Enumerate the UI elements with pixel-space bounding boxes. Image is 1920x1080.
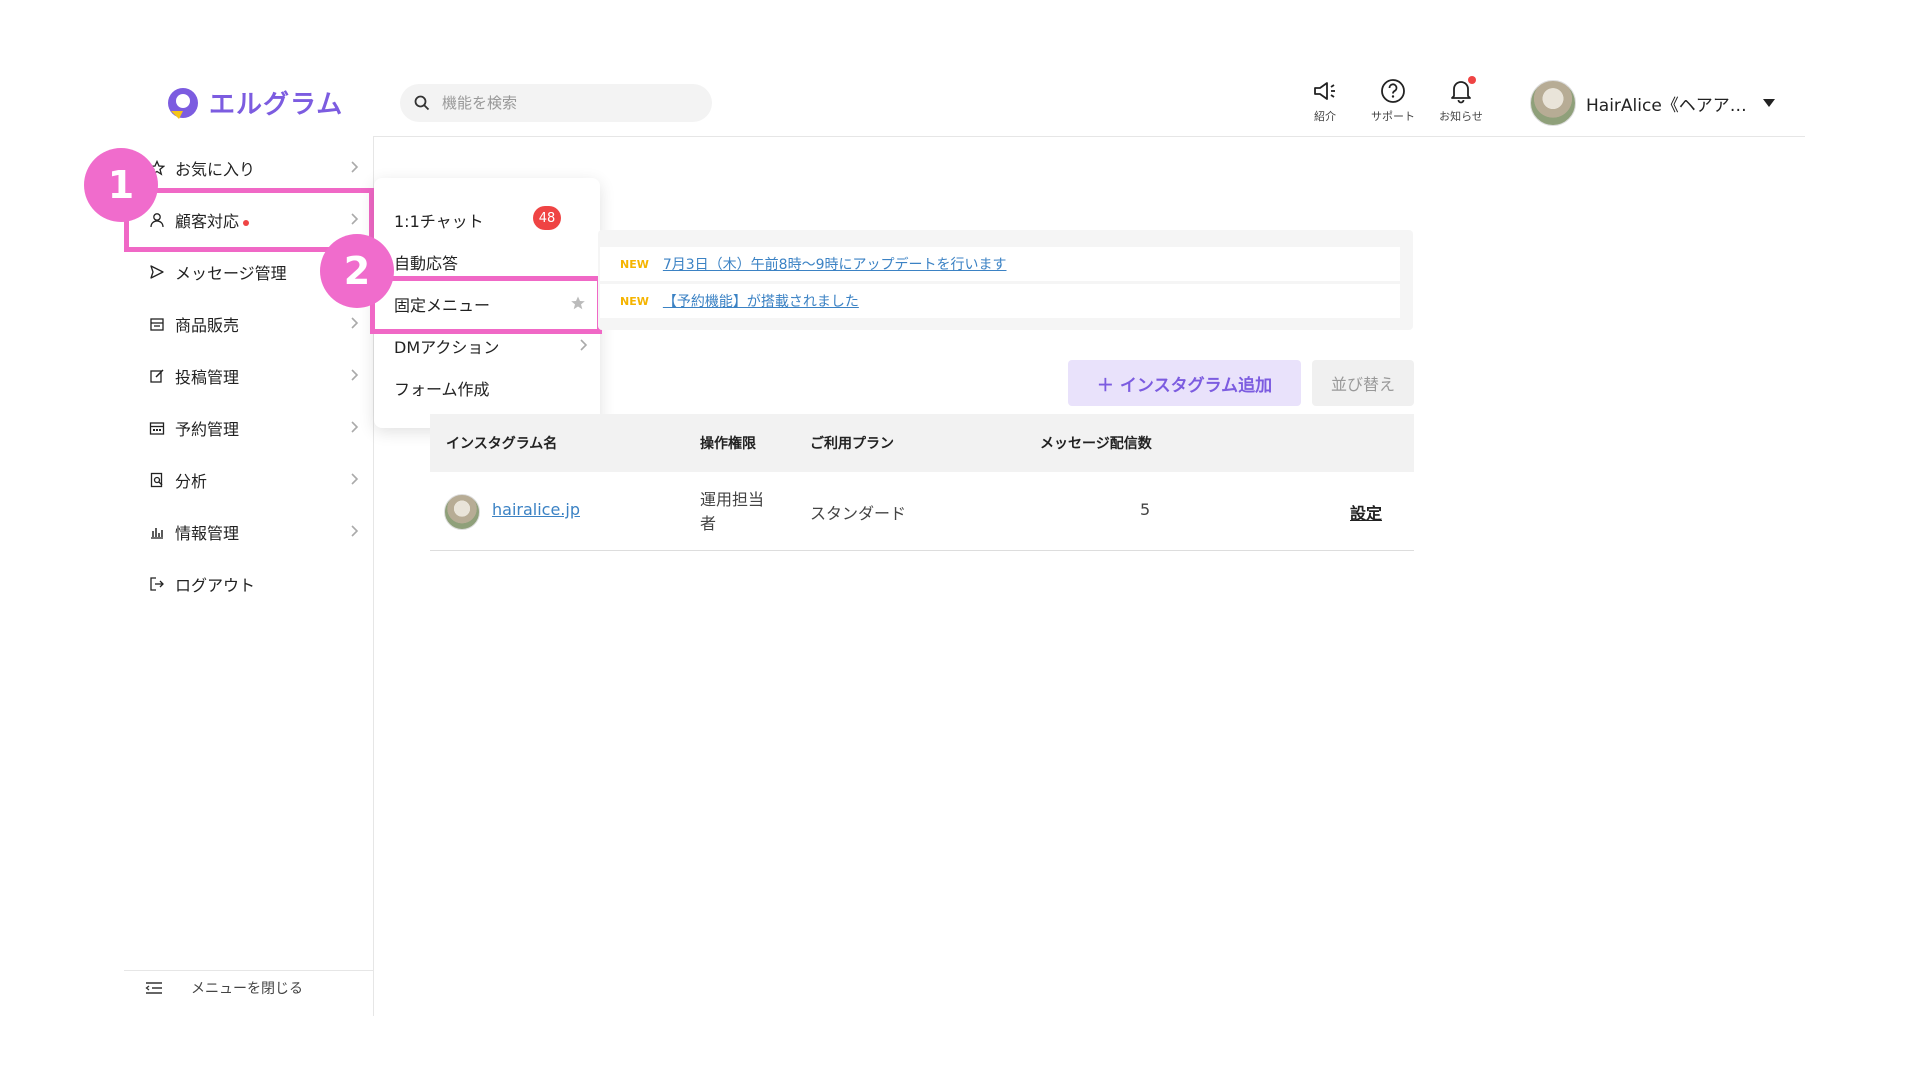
collapse-menu-button[interactable]: メニューを閉じる (145, 978, 303, 998)
help-circle-icon (1381, 79, 1405, 103)
news-item: NEW 7月3日（木）午前8時〜9時にアップデートを行います (600, 247, 1400, 281)
sort-button[interactable]: 並び替え (1312, 360, 1414, 406)
edit-icon (150, 369, 164, 383)
chevron-right-icon (351, 161, 359, 173)
submenu-item-form-create[interactable]: フォーム作成 (394, 376, 490, 400)
megaphone-icon (1314, 82, 1335, 100)
column-header: ご利用プラン (810, 436, 894, 452)
calendar-icon (149, 422, 165, 435)
send-icon (150, 265, 164, 279)
collapse-label: メニューを閉じる (191, 981, 303, 997)
collapse-divider (124, 970, 374, 971)
menu-collapse-icon (145, 982, 162, 994)
chevron-right-icon (351, 317, 359, 329)
search-bar[interactable] (400, 84, 712, 122)
chevron-right-icon (351, 421, 359, 433)
sidebar-item-label: ログアウト (175, 576, 256, 595)
sidebar-item-label: お気に入り (175, 160, 256, 179)
sidebar-item-logout[interactable]: ログアウト (145, 564, 365, 604)
sidebar-item-analytics[interactable]: 分析 (145, 460, 365, 500)
avatar (1530, 80, 1576, 126)
sidebar-item-label: 投稿管理 (175, 368, 240, 387)
step-2-badge: 2 (320, 234, 394, 308)
sidebar-item-label: メッセージ管理 (175, 264, 287, 283)
chevron-right-icon (351, 525, 359, 537)
sidebar-item-product-sales[interactable]: 商品販売 (145, 304, 365, 344)
sidebar-item-reservation-management[interactable]: 予約管理 (145, 408, 365, 448)
intro-label: 紹介 (1314, 110, 1336, 123)
account-menu[interactable]: HairAlice《ヘアア… (1530, 80, 1775, 126)
logo-icon (168, 87, 198, 119)
sidebar-item-label: 予約管理 (175, 420, 240, 439)
count-cell: 5 (1140, 500, 1151, 519)
sidebar-item-info-management[interactable]: 情報管理 (145, 512, 365, 552)
account-link[interactable]: hairalice.jp (492, 500, 580, 519)
sidebar-item-post-management[interactable]: 投稿管理 (145, 356, 365, 396)
table-header: インスタグラム名 操作権限 ご利用プラン メッセージ配信数 (430, 414, 1414, 472)
notification-dot (1468, 76, 1476, 84)
avatar (444, 494, 480, 530)
submenu-item-chat[interactable]: 1:1チャット (394, 208, 484, 232)
notifications-button[interactable]: お知らせ (1426, 76, 1496, 124)
sidebar-item-label: 情報管理 (175, 524, 240, 543)
support-label: サポート (1371, 110, 1415, 123)
add-instagram-button[interactable]: ＋ インスタグラム追加 (1068, 360, 1301, 406)
sidebar-item-favorites[interactable]: お気に入り (145, 148, 365, 188)
role-cell: 運用担当者 (700, 490, 765, 533)
chat-unread-badge: 48 (533, 206, 561, 230)
logout-icon (150, 577, 164, 591)
chevron-right-icon (351, 473, 359, 485)
plus-icon: ＋ (1096, 375, 1114, 395)
news-link[interactable]: 【予約機能】が搭載されました (663, 291, 859, 311)
plan-cell: スタンダード (810, 504, 907, 523)
news-new-tag: NEW (620, 257, 649, 271)
chevron-right-icon (580, 339, 588, 351)
news-new-tag: NEW (620, 294, 649, 308)
bar-chart-icon (151, 528, 163, 539)
intro-button[interactable]: 紹介 (1290, 78, 1360, 124)
report-icon (150, 472, 163, 488)
submenu-item-dm-action[interactable]: DMアクション (394, 334, 499, 358)
highlight-fixed-menu (370, 276, 602, 334)
header-divider (373, 136, 1805, 137)
news-link[interactable]: 7月3日（木）午前8時〜9時にアップデートを行います (663, 254, 1007, 274)
column-header: 操作権限 (700, 436, 756, 452)
account-name: HairAlice《ヘアア… (1586, 95, 1747, 116)
step-1-badge: 1 (84, 148, 158, 222)
settings-link[interactable]: 設定 (1350, 500, 1382, 524)
add-instagram-label: インスタグラム追加 (1119, 375, 1273, 395)
search-icon (414, 95, 430, 111)
store-icon (150, 318, 164, 331)
notifications-label: お知らせ (1439, 110, 1483, 123)
submenu-item-auto-reply[interactable]: 自動応答 (394, 250, 458, 274)
column-header: インスタグラム名 (446, 436, 558, 452)
chevron-down-icon (1762, 99, 1775, 107)
sidebar-item-label: 商品販売 (175, 316, 240, 335)
sidebar-item-label: 分析 (175, 472, 208, 491)
row-divider (430, 550, 1414, 551)
search-input[interactable] (442, 94, 682, 112)
column-header: メッセージ配信数 (1040, 436, 1152, 452)
logo-text: エルグラム (209, 90, 344, 120)
app-logo[interactable]: エルグラム (165, 84, 343, 121)
chevron-right-icon (351, 369, 359, 381)
news-item: NEW 【予約機能】が搭載されました (600, 284, 1400, 318)
support-button[interactable]: サポート (1358, 78, 1428, 124)
